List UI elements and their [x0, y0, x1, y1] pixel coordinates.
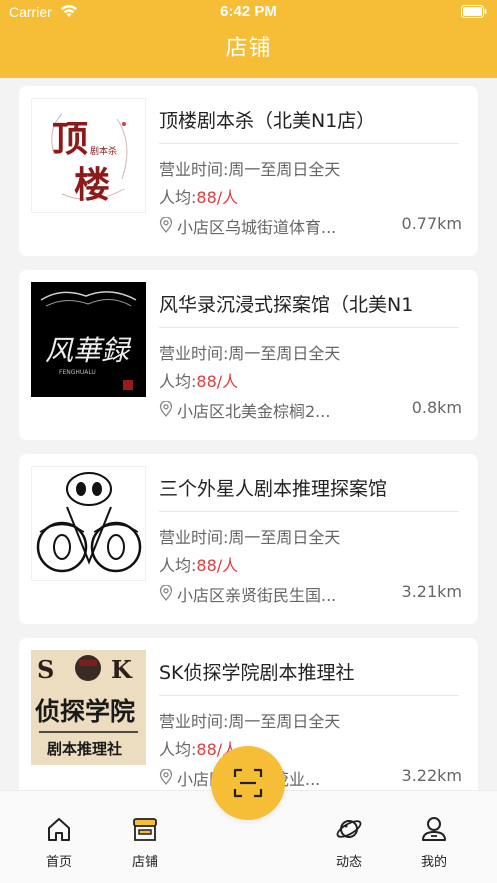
store-name[interactable]: SK侦探学院剧本推理社 [159, 658, 465, 685]
store-address: 小店区亲贤街民生国... [177, 586, 337, 605]
header: Carrier 6:42 PM 店铺 [0, 0, 497, 78]
price-value: 88/人 [196, 188, 239, 207]
svg-text:剧本推理社: 剧本推理社 [47, 740, 122, 758]
svg-text:FENGHUALU: FENGHUALU [59, 369, 96, 376]
svg-text:风華録: 风華録 [45, 334, 132, 367]
tab-store-label: 店铺 [131, 855, 158, 870]
divider [159, 695, 459, 696]
price-label: 人均: [159, 740, 197, 759]
store-hours: 营业时间:周一至周日全天 [159, 712, 341, 731]
location-pin-icon [159, 401, 173, 417]
store-price: 人均:88/人 [159, 184, 238, 208]
price-label: 人均: [159, 188, 197, 207]
store-list[interactable]: 顶 剧本杀 楼 顶楼剧本杀（北美N1店） 营业时间:周一至周日全天 人均:88/… [0, 78, 497, 790]
svg-text:侦探学院: 侦探学院 [35, 697, 135, 726]
location-pin-icon [159, 217, 173, 233]
tab-feed-label: 动态 [335, 855, 362, 870]
home-icon [48, 818, 70, 841]
divider [159, 327, 459, 328]
tab-home[interactable]: 首页 [19, 791, 99, 883]
status-bar: Carrier 6:42 PM [0, 0, 497, 26]
svg-text:剧本杀: 剧本杀 [90, 145, 117, 157]
tab-mine-label: 我的 [420, 855, 447, 870]
store-name[interactable]: 风华录沉浸式探案馆（北美N1 [159, 290, 465, 317]
store-distance: 3.22km [401, 766, 462, 785]
svg-text:S: S [37, 655, 54, 684]
tab-home-label: 首页 [45, 855, 72, 870]
divider [159, 511, 459, 512]
location-pin-icon [159, 769, 173, 785]
clock: 6:42 PM [220, 3, 277, 20]
price-label: 人均: [159, 556, 197, 575]
store-name[interactable]: 三个外星人剧本推理探案馆 [159, 474, 465, 501]
store-hours: 营业时间:周一至周日全天 [159, 344, 341, 363]
store-hours: 营业时间:周一至周日全天 [159, 528, 341, 547]
price-label: 人均: [159, 372, 197, 391]
user-icon [422, 817, 446, 841]
store-address: 小店区北美金棕榈2... [177, 402, 331, 421]
store-distance: 0.77km [401, 214, 462, 233]
scan-button[interactable] [211, 746, 285, 820]
battery-icon [461, 5, 487, 18]
tab-feed[interactable]: 动态 [309, 791, 389, 883]
store-thumbnail: 风華録 FENGHUALU [31, 282, 146, 397]
page-title: 店铺 [225, 36, 272, 61]
price-value: 88/人 [196, 372, 239, 391]
store-thumbnail [31, 466, 146, 581]
store-hours: 营业时间:周一至周日全天 [159, 160, 341, 179]
store-card[interactable]: 顶 剧本杀 楼 顶楼剧本杀（北美N1店） 营业时间:周一至周日全天 人均:88/… [19, 86, 478, 256]
store-card[interactable]: 三个外星人剧本推理探案馆 营业时间:周一至周日全天 人均:88/人 小店区亲贤街… [19, 454, 478, 624]
store-price: 人均:88/人 [159, 368, 238, 392]
store-distance: 3.21km [401, 582, 462, 601]
tab-mine[interactable]: 我的 [394, 791, 474, 883]
scan-icon [233, 768, 263, 798]
location-pin-icon [159, 585, 173, 601]
store-distance: 0.8km [411, 398, 462, 417]
store-address: 小店区乌城街道体育... [177, 218, 337, 237]
thumb-text-top: 顶 [52, 118, 88, 160]
price-value: 88/人 [196, 556, 239, 575]
store-name[interactable]: 顶楼剧本杀（北美N1店） [159, 106, 465, 133]
store-thumbnail: 顶 剧本杀 楼 [31, 98, 146, 213]
store-card[interactable]: 风華録 FENGHUALU 风华录沉浸式探案馆（北美N1 营业时间:周一至周日全… [19, 270, 478, 440]
store-thumbnail: S K 侦探学院 剧本推理社 [31, 650, 146, 765]
divider [159, 143, 459, 144]
planet-icon [336, 820, 362, 838]
svg-text:楼: 楼 [74, 164, 110, 206]
svg-text:K: K [111, 655, 133, 684]
store-price: 人均:88/人 [159, 552, 238, 576]
tab-store[interactable]: 店铺 [105, 791, 185, 883]
store-icon [133, 818, 157, 841]
